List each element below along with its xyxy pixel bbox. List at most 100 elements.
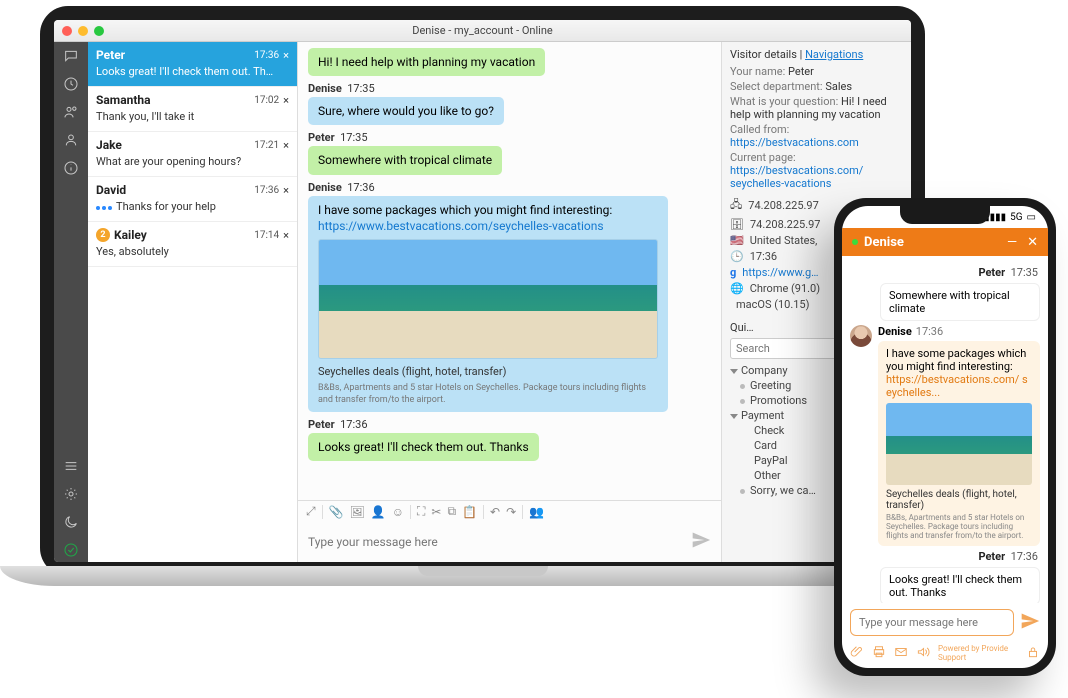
copy-icon[interactable]: ⧉ (447, 504, 456, 519)
minimize-button[interactable]: — (1007, 235, 1017, 250)
user-icon[interactable] (63, 132, 79, 152)
chrome-icon: 🌐 (730, 282, 744, 295)
compose-toolbar: ⤢ 📎 🖼 👤 ☺ ⛶ ✂ ⧉ 📋 ↶ ↷ 👥 (298, 500, 721, 522)
send-button[interactable] (1020, 611, 1040, 635)
conversation-item[interactable]: Peter17:36× Looks great! I'll check them… (88, 42, 297, 87)
conversation-item[interactable]: David 17:36 × Thanks for your help (88, 177, 297, 222)
message-meta: Denise 17:36 (308, 181, 711, 194)
message-input[interactable] (308, 535, 691, 549)
package-image (886, 403, 1032, 485)
network-label: 5G (1010, 212, 1022, 223)
laptop-notch (418, 566, 548, 576)
conv-time: 17:36 (254, 50, 279, 61)
called-from-link[interactable]: https://bestvacations.com (730, 136, 859, 149)
message-input[interactable] (850, 609, 1014, 636)
package-bubble: I have some packages which you might fin… (308, 196, 668, 413)
package-link[interactable]: https://www.bestvacations.com/seychelles… (318, 219, 604, 233)
conv-snippet: Thanks for your help (96, 200, 289, 213)
close-icon[interactable]: × (283, 95, 289, 106)
conv-snippet: Yes, absolutely (96, 245, 289, 258)
referrer-link[interactable]: https://www.g… (742, 266, 818, 279)
undo-icon[interactable]: ↶ (490, 505, 500, 519)
current-page-link[interactable]: https://bestvacations.com/ seychelles-va… (730, 164, 863, 190)
info-icon[interactable] (63, 160, 79, 180)
unread-badge: 2 (96, 228, 110, 242)
conv-snippet: Thank you, I'll take it (96, 110, 289, 123)
redo-icon[interactable]: ↷ (506, 505, 516, 519)
package-caption: Seychelles deals (flight, hotel, transfe… (886, 489, 1032, 511)
clock-icon: 🕒 (730, 250, 744, 263)
user-icon[interactable]: 👤 (371, 505, 386, 519)
close-icon[interactable] (62, 26, 72, 36)
conv-time: 17:02 (254, 95, 279, 106)
package-subcaption: B&Bs, Apartments and 5 star Hotels on Se… (886, 513, 1032, 540)
users-icon[interactable] (63, 104, 79, 124)
conversation-item[interactable]: Samantha17:02× Thank you, I'll take it (88, 87, 297, 132)
window-title: Denise - my_account - Online (412, 24, 553, 37)
package-image (318, 239, 658, 359)
package-caption: Seychelles deals (flight, hotel, transfe… (318, 365, 658, 380)
window-controls[interactable] (62, 26, 104, 36)
paste-icon[interactable]: 📋 (462, 505, 477, 519)
tab-visitor[interactable]: Visitor details (730, 48, 797, 61)
conv-time: 17:21 (254, 140, 279, 151)
cut-icon[interactable]: ✂ (431, 505, 441, 519)
compose-area (298, 522, 721, 562)
print-icon[interactable] (872, 645, 886, 661)
emoji-icon[interactable]: ☺ (392, 505, 404, 519)
clock-icon[interactable] (63, 76, 79, 96)
close-icon[interactable]: × (283, 140, 289, 151)
select-icon[interactable]: ⛶ (417, 504, 425, 519)
message-bubble: Looks great! I'll check them out. Thanks (308, 433, 539, 461)
conv-name: Jake (96, 138, 122, 152)
conversation-item[interactable]: 2 Kailey 17:14 × Yes, absolutely (88, 222, 297, 267)
chat-pane: Hi! I need help with planning my vacatio… (298, 42, 721, 562)
message-bubble: Somewhere with tropical climate (880, 283, 1040, 321)
flag-us-icon: 🇺🇸 (730, 234, 744, 247)
tab-navigations[interactable]: Navigations (805, 48, 863, 61)
message-meta: Peter 17:36 (308, 418, 711, 431)
email-icon[interactable] (894, 645, 908, 661)
package-lead: I have some packages which you might fin… (886, 347, 1032, 373)
conv-name: Kailey (114, 228, 147, 242)
expand-icon[interactable]: ⤢ (306, 504, 316, 519)
nav-rail (54, 42, 88, 562)
conversation-item[interactable]: Jake 17:21 × What are your opening hours? (88, 132, 297, 177)
sound-icon[interactable] (916, 645, 930, 661)
laptop-bezel: Denise - my_account - Online Peter17:36×… (40, 6, 925, 576)
moon-icon[interactable] (63, 514, 79, 534)
package-subcaption: B&Bs, Apartments and 5 star Hotels on Se… (318, 382, 658, 406)
chat-header: Denise — ✕ (842, 228, 1048, 256)
package-link[interactable]: https://bestvacations.com/ seychelles... (886, 373, 1028, 399)
close-icon[interactable]: × (283, 50, 289, 61)
menu-icon[interactable] (63, 458, 79, 478)
conv-snippet: Looks great! I'll check them out. Th… (96, 65, 289, 78)
conv-name: David (96, 183, 126, 197)
attach-icon[interactable]: 📎 (329, 505, 344, 519)
send-button[interactable] (691, 530, 711, 554)
status-ok-icon[interactable] (63, 542, 79, 562)
message-bubble: Somewhere with tropical climate (308, 146, 502, 174)
conv-time: 17:14 (254, 230, 279, 241)
message-bubble: Looks great! I'll check them out. Thanks (880, 567, 1040, 603)
powered-by[interactable]: Powered by Provide Support (938, 644, 1018, 662)
lock-icon (1026, 645, 1040, 661)
message-meta: Peter 17:35 (852, 266, 1038, 279)
cobrowse-icon[interactable]: 👥 (529, 505, 544, 519)
message-bubble: Hi! I need help with planning my vacatio… (308, 48, 545, 76)
typing-icon (96, 206, 112, 210)
attach-icon[interactable] (850, 645, 864, 661)
image-icon[interactable]: 🖼 (350, 505, 365, 519)
conv-snippet: What are your opening hours? (96, 155, 289, 168)
close-icon[interactable]: × (283, 185, 289, 196)
close-button[interactable]: ✕ (1027, 235, 1038, 250)
chat-icon[interactable] (63, 48, 79, 68)
maximize-icon[interactable] (94, 26, 104, 36)
server-icon: 🗄 (730, 218, 744, 231)
message-meta: Peter 17:36 (852, 550, 1038, 563)
conv-time: 17:36 (254, 185, 279, 196)
close-icon[interactable]: × (283, 230, 289, 241)
gear-icon[interactable] (63, 486, 79, 506)
online-indicator-icon (852, 239, 858, 245)
minimize-icon[interactable] (78, 26, 88, 36)
